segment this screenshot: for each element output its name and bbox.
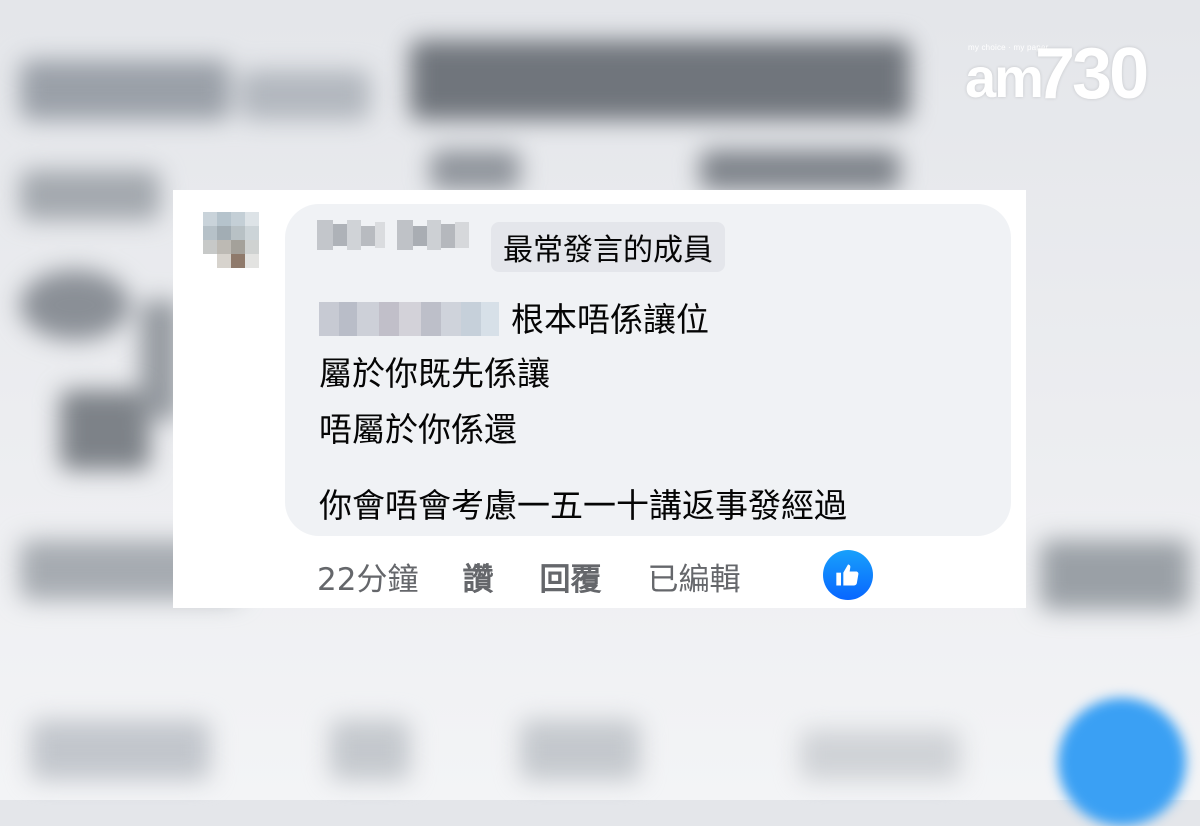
logo-brand-number: 730 [1035,34,1149,114]
blurred-block [20,270,130,340]
blurred-block [20,60,230,120]
avatar[interactable] [193,204,271,274]
blurred-mention-tag[interactable] [319,302,499,336]
like-reaction-icon[interactable] [823,550,873,600]
comment-line: 你會唔會考慮一五一十講返事發經過 [319,486,847,525]
comment-timestamp[interactable]: 22分鐘 [317,554,418,599]
comment-line: 屬於你既先係讓 [319,354,550,393]
comment-actions: 22分鐘 讚 回覆 已編輯 [317,552,786,600]
blurred-block [60,390,150,470]
edited-label[interactable]: 已編輯 [647,554,740,599]
comment-line: 根本唔係讓位 [511,300,709,339]
top-contributor-badge: 最常發言的成員 [491,222,725,272]
thumbs-up-icon [836,564,859,586]
like-button[interactable]: 讚 [462,554,493,599]
blurred-block [700,150,900,190]
am730-logo: my choice · my paper am 730 [965,34,1155,114]
comment-card: 最常發言的成員 根本唔係讓位 屬於你既先係讓 唔屬於你係還 你會唔會考慮一五一十… [173,190,1026,608]
blurred-block [520,720,640,780]
pixelated-avatar-icon [203,212,259,268]
comment-bubble: 最常發言的成員 根本唔係讓位 屬於你既先係讓 唔屬於你係還 你會唔會考慮一五一十… [285,204,1011,536]
blurred-block [30,720,210,780]
blurred-author-name[interactable] [317,220,477,250]
comment-line: 唔屬於你係還 [319,410,517,449]
blurred-block [430,150,520,190]
blurred-block [1040,540,1190,610]
reply-button[interactable]: 回覆 [539,554,601,599]
blurred-block [20,170,160,220]
blurred-block [410,40,910,120]
logo-brand-letters: am [965,46,1044,109]
blurred-block [330,720,410,780]
blurred-block [800,730,960,780]
blurred-block [240,70,370,120]
blurred-floating-button [1058,698,1186,826]
